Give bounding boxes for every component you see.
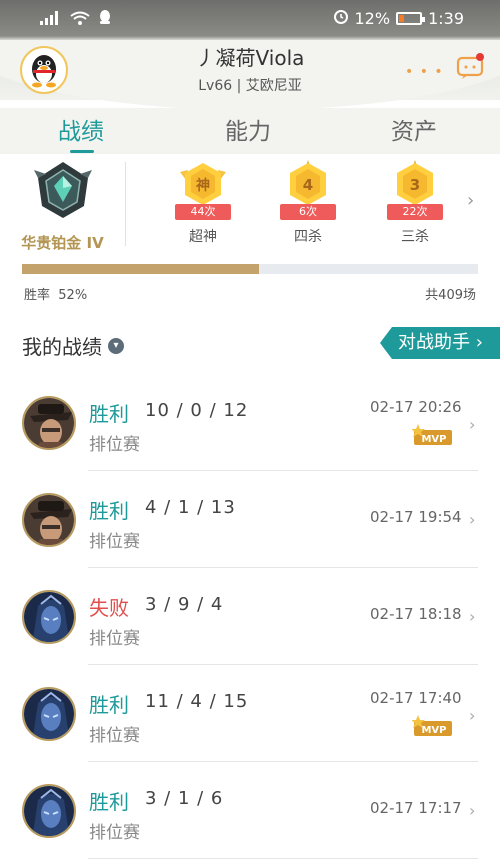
match-row[interactable]: 胜利 10 / 0 / 12 排位赛 02-17 20:26 MVP › xyxy=(0,374,500,471)
match-result: 胜利 xyxy=(89,499,129,523)
badge-label: 超神 xyxy=(189,229,217,245)
match-row[interactable]: 胜利 4 / 1 / 13 排位赛 02-17 19:54 › xyxy=(0,471,500,568)
match-row[interactable]: 失败 3 / 9 / 4 排位赛 02-17 18:18 › xyxy=(0,568,500,665)
battery-percent: 12% xyxy=(354,8,391,28)
champion-avatar xyxy=(22,396,76,450)
winrate-bar-fill xyxy=(22,264,260,274)
history-title-text: 我的战绩 xyxy=(22,335,102,359)
history-title[interactable]: 我的战绩 ▾ xyxy=(22,331,124,360)
platinum-rank-emblem-icon xyxy=(34,162,92,218)
match-mode: 排位赛 xyxy=(89,435,140,455)
rank-name: 华贵铂金 IV xyxy=(21,234,104,252)
match-row[interactable]: 胜利 11 / 4 / 15 排位赛 02-17 17:40 MVP › xyxy=(0,665,500,762)
tab-record[interactable]: 战绩 xyxy=(58,112,104,146)
chevron-down-icon[interactable]: ▾ xyxy=(108,337,124,354)
match-time: 02-17 18:18 xyxy=(370,605,462,623)
champion-portrait-icon xyxy=(24,786,74,836)
rank-block[interactable]: 华贵铂金 IV xyxy=(0,156,125,252)
total-games: 共409场 xyxy=(425,288,476,303)
winrate-text: 胜率 52% xyxy=(24,284,87,303)
champion-portrait-icon xyxy=(24,689,74,739)
match-time: 02-17 20:26 xyxy=(370,398,462,416)
badge-label: 四杀 xyxy=(294,229,322,245)
champion-avatar xyxy=(22,493,76,547)
champion-portrait-icon xyxy=(24,592,74,642)
match-result: 失败 xyxy=(89,596,129,620)
battery-icon xyxy=(396,11,426,25)
chevron-right-icon[interactable]: › xyxy=(469,415,475,434)
badge-label: 三杀 xyxy=(401,229,429,245)
qq-notification-icon xyxy=(98,9,112,29)
profile-header: 丿凝荷Viola Lv66 | 艾欧尼亚 • • • xyxy=(0,36,500,102)
chevron-right-icon[interactable]: › xyxy=(467,190,474,211)
mvp-label: MVP xyxy=(421,434,446,445)
match-kda: 3 / 9 / 4 xyxy=(145,594,224,615)
match-mode: 排位赛 xyxy=(89,629,140,649)
match-kda: 4 / 1 / 13 xyxy=(145,497,236,518)
match-kda: 10 / 0 / 12 xyxy=(145,400,249,421)
badge-count: 6次 xyxy=(280,204,336,220)
mvp-badge-icon: MVP xyxy=(412,424,452,445)
match-row[interactable]: 胜利 3 / 1 / 6 排位赛 02-17 17:17 › xyxy=(0,762,500,859)
mvp-label: MVP xyxy=(421,725,446,736)
match-mode: 排位赛 xyxy=(89,726,140,746)
mvp-badge-icon: MVP xyxy=(412,715,452,736)
chevron-right-icon[interactable]: › xyxy=(469,510,475,529)
match-mode: 排位赛 xyxy=(89,823,140,843)
more-icon[interactable]: • • • xyxy=(405,64,444,80)
match-result: 胜利 xyxy=(89,402,129,426)
badge-glyph: 3 xyxy=(410,176,420,194)
match-time: 02-17 19:54 xyxy=(370,508,462,526)
match-mode: 排位赛 xyxy=(89,532,140,552)
tab-assets[interactable]: 资产 xyxy=(391,112,437,146)
chevron-right-icon[interactable]: › xyxy=(469,706,475,725)
battle-assistant-label: 对战助手 xyxy=(398,332,470,353)
active-tab-indicator xyxy=(70,150,94,153)
badge-glyph: 神 xyxy=(196,177,210,194)
champion-avatar xyxy=(22,784,76,838)
badge-quadra-kill[interactable]: 4 6次 四杀 xyxy=(268,158,348,248)
match-time: 02-17 17:17 xyxy=(370,799,462,817)
divider xyxy=(125,162,126,246)
champion-avatar xyxy=(22,590,76,644)
tab-bar: 战绩 能力 资产 xyxy=(0,108,500,154)
battle-assistant-button[interactable]: 对战助手 › xyxy=(380,327,500,359)
alarm-icon xyxy=(333,8,349,28)
tab-ability[interactable]: 能力 xyxy=(225,112,271,146)
quadra-kill-badge-icon: 4 xyxy=(290,160,326,205)
badge-legendary[interactable]: 神 44次 超神 xyxy=(163,158,243,248)
match-result: 胜利 xyxy=(89,790,129,814)
match-kda: 3 / 1 / 6 xyxy=(145,788,224,809)
winrate-bar xyxy=(22,264,478,274)
champion-portrait-icon xyxy=(24,398,74,448)
chevron-right-icon[interactable]: › xyxy=(469,801,475,820)
champion-avatar xyxy=(22,687,76,741)
clock: 1:39 xyxy=(428,8,464,28)
match-result: 胜利 xyxy=(89,693,129,717)
badge-count: 22次 xyxy=(387,204,443,220)
divider xyxy=(88,858,478,859)
winrate-value: 52% xyxy=(58,288,88,303)
badge-glyph: 4 xyxy=(303,176,313,194)
status-bar: 12% 1:39 xyxy=(0,0,500,36)
triple-kill-badge-icon: 3 xyxy=(397,160,433,205)
match-kda: 11 / 4 / 15 xyxy=(145,691,249,712)
legendary-badge-icon: 神 xyxy=(180,163,226,205)
champion-portrait-icon xyxy=(24,495,74,545)
badge-triple-kill[interactable]: 3 22次 三杀 xyxy=(375,158,455,248)
message-icon[interactable] xyxy=(456,52,486,80)
wifi-icon xyxy=(70,10,90,29)
winrate-label: 胜率 xyxy=(24,288,51,303)
match-time: 02-17 17:40 xyxy=(370,689,462,707)
chevron-right-icon[interactable]: › xyxy=(469,607,475,626)
badge-count: 44次 xyxy=(175,204,231,220)
signal-icon xyxy=(40,10,62,29)
